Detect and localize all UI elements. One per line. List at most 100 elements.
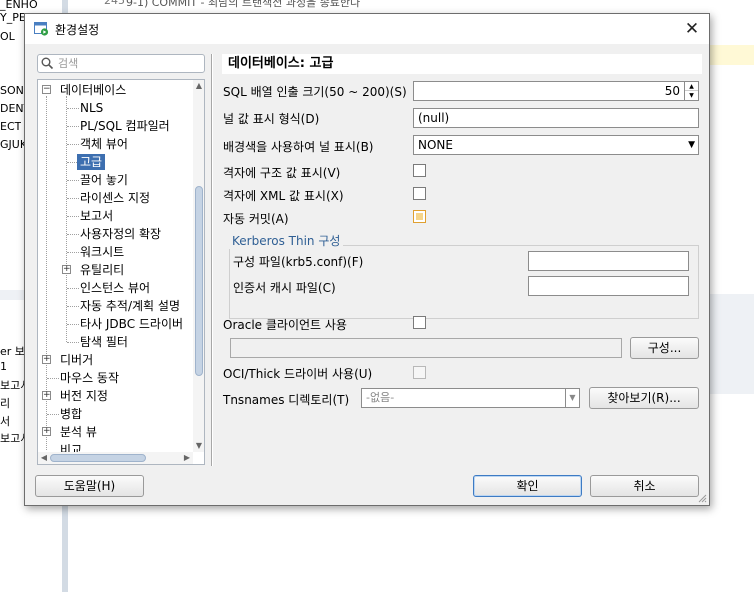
select-value: -없음-	[366, 391, 395, 404]
tree-vertical-scrollbar[interactable]: ▲ ▼	[193, 80, 204, 452]
tree-item-label: 고급	[77, 154, 106, 170]
tree-item-third-party-jdbc[interactable]: 타사 JDBC 드라이버	[80, 315, 183, 333]
tree-connector	[67, 198, 79, 199]
tnsnames-select[interactable]: -없음- ▼	[361, 388, 580, 408]
spin-down-icon[interactable]: ▼	[685, 91, 698, 100]
tree-connector	[67, 180, 79, 181]
grid-struct-label: 격자에 구조 값 표시(V)	[223, 166, 341, 180]
null-background-label: 배경색을 사용하여 널 표시(B)	[223, 140, 374, 154]
null-display-input[interactable]: (null)	[413, 108, 699, 128]
tree-item-drag-drop[interactable]: 끌어 놓기	[80, 171, 128, 189]
autocommit-checkbox[interactable]	[413, 210, 426, 223]
expand-icon[interactable]: +	[42, 391, 51, 400]
tree-item-label: 끌어 놓기	[80, 173, 128, 187]
help-button[interactable]: 도움말(H)	[35, 475, 144, 497]
bg-line: _ENHO	[0, 0, 38, 11]
scroll-left-icon[interactable]: ◀	[38, 452, 50, 464]
tree-item-label: PL/SQL 컴파일러	[80, 119, 170, 133]
tree-item-plsql-compiler[interactable]: PL/SQL 컴파일러	[80, 117, 170, 135]
tree-connector	[47, 414, 59, 415]
tree-item-label: 사용자정의 확장	[80, 227, 162, 241]
tree-item-label: 탐색 필터	[80, 335, 128, 349]
tree-item-nls[interactable]: NLS	[80, 99, 103, 117]
tree-item-user-extensions[interactable]: 사용자정의 확장	[80, 225, 161, 243]
tree-connector	[67, 144, 79, 145]
spinner-value: 50	[664, 84, 680, 98]
bg-line: ECT	[0, 120, 22, 133]
grid-struct-checkbox[interactable]	[413, 164, 426, 177]
spin-up-icon[interactable]: ▲	[685, 82, 698, 91]
oracle-client-label: Oracle 클라이언트 사용	[223, 318, 347, 332]
tree-item-object-viewer[interactable]: 객체 뷰어	[80, 135, 128, 153]
tree-connector	[67, 108, 79, 109]
oci-thick-checkbox[interactable]	[413, 366, 426, 379]
tree-connector	[67, 342, 79, 343]
krb-conf-label: 구성 파일(krb5.conf)(F)	[233, 255, 364, 269]
tree-item-label: 병합	[60, 407, 83, 421]
search-icon	[41, 57, 54, 73]
credential-cache-label: 인증서 캐시 파일(C)	[233, 281, 336, 295]
tree-item-label: 자동 추적/계획 설명	[80, 299, 180, 313]
scroll-thumb[interactable]	[50, 454, 146, 462]
expand-icon[interactable]: +	[42, 355, 51, 364]
bg-line: 서	[0, 415, 11, 428]
tree-item-advanced[interactable]: 고급	[77, 153, 106, 171]
krb-conf-input[interactable]	[528, 251, 689, 271]
preferences-dialog: 환경설정 ✕ − 데이터베이스 NLS PL/SQL 컴파일러 객체 뷰어 고급…	[24, 13, 710, 506]
expand-icon[interactable]: +	[42, 427, 51, 436]
oracle-client-checkbox[interactable]	[413, 316, 426, 329]
scroll-right-icon[interactable]: ▶	[181, 452, 193, 464]
null-display-label: 널 값 표시 형식(D)	[223, 112, 320, 126]
bg-code-line: 9-1) COMMIT - 최남의 트랜잭션 과정을 종료한다	[126, 0, 361, 9]
chevron-down-icon[interactable]: ▼	[565, 389, 579, 407]
tree-item-label: 유틸리티	[80, 263, 125, 277]
chevron-down-icon[interactable]: ▼	[688, 136, 695, 154]
tree-item-compare[interactable]: 비교	[60, 441, 82, 452]
bg-line: 리	[0, 397, 11, 410]
sql-array-fetch-size-spinner[interactable]: 50 ▲ ▼	[413, 81, 699, 101]
tree-item-reports[interactable]: 보고서	[80, 207, 113, 225]
scroll-thumb[interactable]	[195, 186, 203, 376]
tree-connector	[67, 288, 79, 289]
bg-line: GJUK	[0, 138, 28, 151]
oracle-client-path-input	[230, 338, 622, 358]
background-results-bottom: 109 20199088 78	[68, 496, 754, 592]
oci-thick-label: OCI/Thick 드라이버 사용(U)	[223, 367, 373, 381]
scroll-down-icon[interactable]: ▼	[193, 440, 204, 452]
tree-item-worksheet[interactable]: 워크시트	[80, 243, 124, 261]
tree-item-label: 객체 뷰어	[80, 137, 128, 151]
tree-item-licensing[interactable]: 라이센스 지정	[80, 189, 150, 207]
search-input[interactable]	[58, 56, 198, 71]
tree-item-autotrace[interactable]: 자동 추적/계획 설명	[80, 297, 180, 315]
scroll-up-icon[interactable]: ▲	[193, 80, 204, 92]
tree-item-mouse-actions[interactable]: 마우스 동작	[60, 369, 119, 387]
background-results-grid	[710, 294, 754, 394]
tree-item-label: 마우스 동작	[60, 371, 120, 385]
collapse-icon[interactable]: −	[42, 85, 51, 94]
credential-cache-input[interactable]	[528, 276, 689, 296]
tree-item-label: 인스턴스 뷰어	[80, 281, 151, 295]
tree-horizontal-scrollbar[interactable]: ◀ ▶	[38, 452, 193, 464]
resize-grip-icon[interactable]	[697, 493, 707, 503]
tree-item-merge[interactable]: 병합	[60, 405, 82, 423]
tree-item-navigation-filter[interactable]: 탐색 필터	[80, 333, 128, 351]
tree-connector	[67, 234, 79, 235]
tree-connector	[67, 324, 79, 325]
tree-item-instance-viewer[interactable]: 인스턴스 뷰어	[80, 279, 150, 297]
browse-button[interactable]: 찾아보기(R)...	[589, 387, 699, 409]
panel-splitter[interactable]	[211, 54, 213, 466]
tree-connector	[67, 126, 79, 127]
tree-connector	[67, 162, 77, 163]
configure-button[interactable]: 구성...	[630, 337, 699, 359]
cancel-button[interactable]: 취소	[590, 475, 699, 497]
spinner-buttons[interactable]: ▲ ▼	[684, 82, 698, 100]
grid-xml-checkbox[interactable]	[413, 187, 426, 200]
dialog-title: 환경설정	[55, 23, 100, 37]
expand-icon[interactable]: +	[62, 265, 71, 274]
tree-connector	[67, 306, 79, 307]
ok-button[interactable]: 확인	[473, 475, 582, 497]
bg-line: 1	[0, 360, 7, 373]
dialog-titlebar[interactable]: 환경설정 ✕	[25, 14, 709, 44]
null-background-select[interactable]: NONE ▼	[413, 135, 699, 155]
close-icon[interactable]: ✕	[681, 18, 703, 40]
